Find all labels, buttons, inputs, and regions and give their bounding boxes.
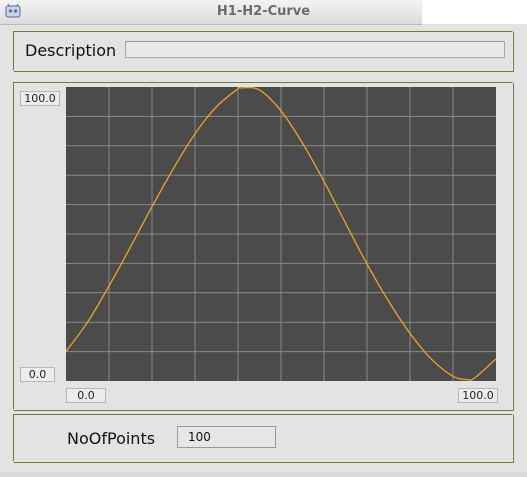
description-input[interactable] xyxy=(125,41,505,58)
curve-plot[interactable] xyxy=(66,87,496,381)
curve-window: H1-H2-Curve Description 100.0 0.0 0.0 10… xyxy=(0,0,527,477)
y-min-label: 0.0 xyxy=(20,367,55,382)
no-of-points-label: NoOfPoints xyxy=(67,429,156,448)
description-panel: Description xyxy=(13,31,513,71)
y-max-label: 100.0 xyxy=(20,91,60,106)
window-bottom-edge xyxy=(0,472,527,477)
x-max-label: 100.0 xyxy=(458,388,498,403)
no-of-points-input[interactable] xyxy=(177,426,276,448)
window-title: H1-H2-Curve xyxy=(216,4,311,19)
x-min-label: 0.0 xyxy=(66,388,106,403)
points-panel: NoOfPoints xyxy=(13,414,513,462)
description-label: Description xyxy=(25,41,117,60)
graph-panel: 100.0 0.0 0.0 100.0 xyxy=(13,82,513,410)
